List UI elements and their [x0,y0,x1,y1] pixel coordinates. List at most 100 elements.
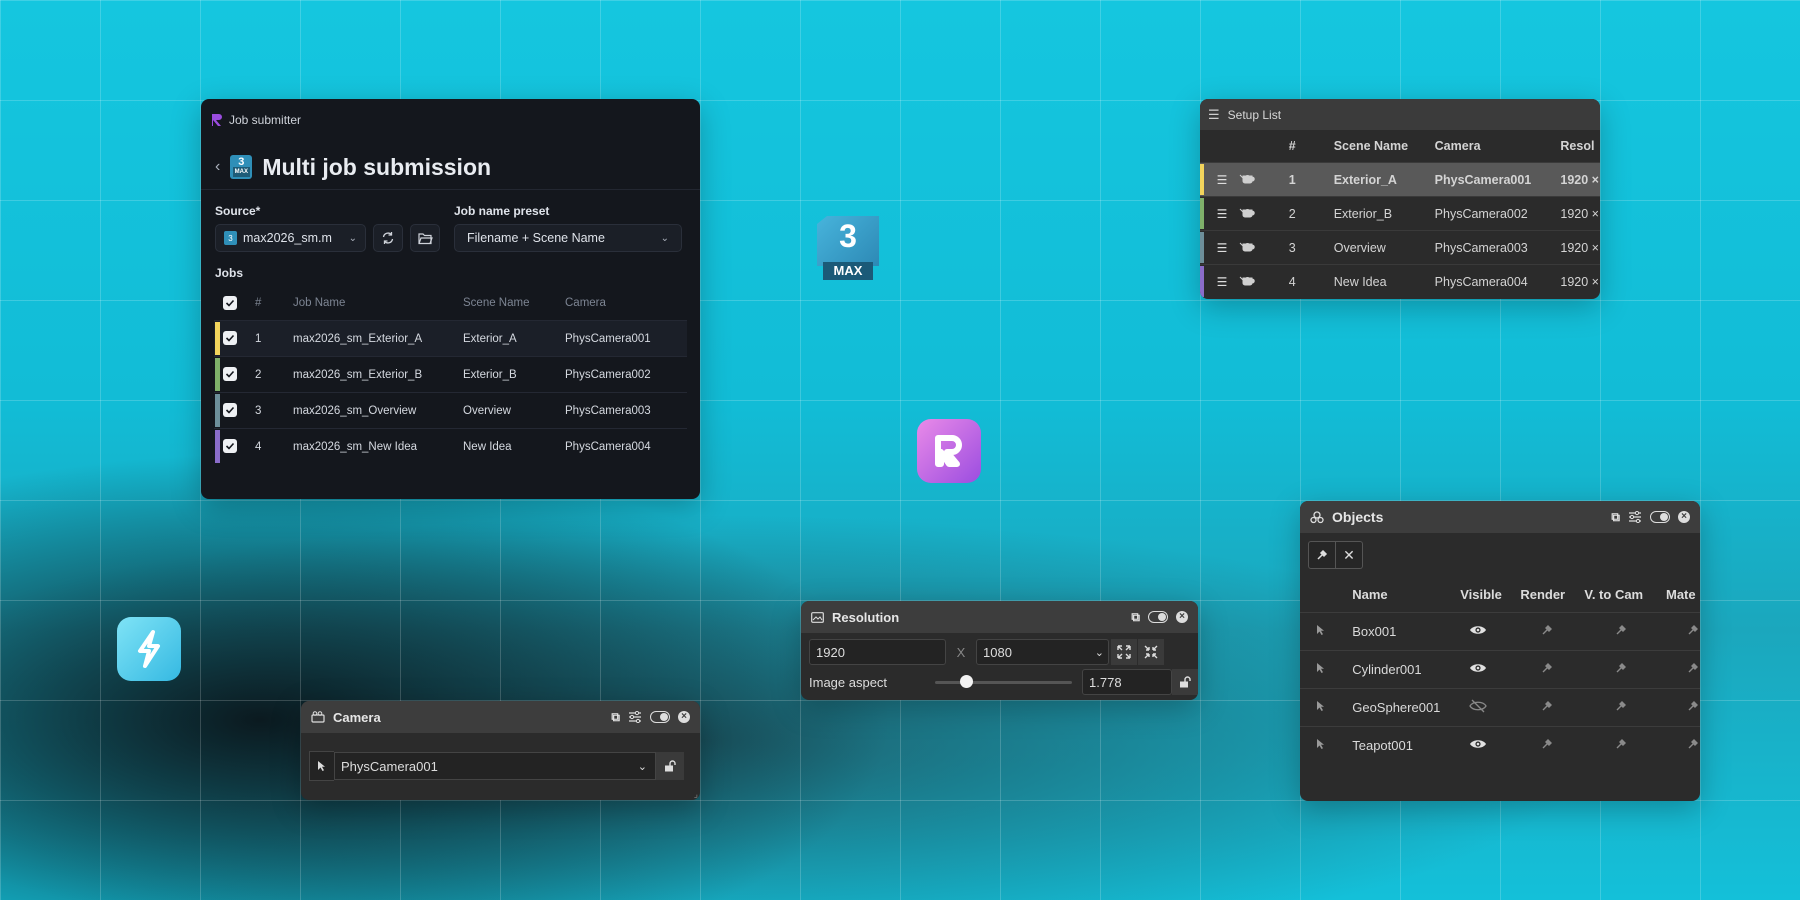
copy-icon[interactable]: ⧉ [1611,510,1620,525]
object-name: Teapot001 [1351,726,1460,764]
aspect-input[interactable]: 1.778 [1082,669,1173,695]
jobs-label: Jobs [215,266,244,280]
lightning-app-logo [117,617,181,681]
material-eyedropper-icon[interactable] [1687,624,1699,639]
lock-aspect-button[interactable] [1172,669,1198,695]
object-row[interactable]: GeoSphere001 [1300,688,1700,727]
close-icon[interactable]: × [1176,611,1188,623]
slider-knob[interactable] [960,675,974,688]
resolution-title: Resolution [832,609,900,625]
col-scene-name: Scene Name [1333,139,1409,153]
open-folder-button[interactable] [410,224,440,252]
camera-dropdown[interactable]: PhysCamera001 ⌄ [334,752,656,780]
setup-row[interactable]: ☰ 2 Exterior_B PhysCamera002 1920 × [1200,196,1600,231]
image-aspect-label: Image aspect [809,674,888,690]
setup-resolution: 1920 × [1559,196,1600,231]
setup-row[interactable]: ☰ 1 Exterior_A PhysCamera001 1920 × [1200,162,1600,197]
job-checkbox[interactable] [223,367,237,381]
job-checkbox[interactable] [223,439,237,453]
col-visible: Visible [1460,587,1502,602]
job-num: 3 [254,392,292,429]
drag-handle-icon[interactable]: ☰ [1217,173,1228,187]
object-row[interactable]: Cylinder001 [1300,650,1700,689]
resolution-panel: Resolution ⧉ × 1920 X 1080 ⌄ Image aspec… [801,601,1198,700]
material-eyedropper-icon[interactable] [1687,700,1699,715]
close-icon[interactable]: × [678,711,690,723]
page-title: Multi job submission [262,153,492,180]
width-input[interactable]: 1920 [809,639,946,665]
setup-row[interactable]: ☰ 4 New Idea PhysCamera004 1920 × [1200,264,1600,298]
camera-header: Camera ⧉ × [301,701,700,733]
setup-row[interactable]: ☰ 3 Overview PhysCamera003 1920 × [1200,230,1600,265]
select-all-checkbox[interactable] [223,295,237,310]
settings-sliders-icon[interactable] [628,711,642,723]
vtocam-eyedropper-icon[interactable] [1615,700,1627,715]
eye-icon[interactable] [1469,662,1487,677]
object-name: Box001 [1351,612,1460,651]
job-camera: PhysCamera002 [564,356,687,393]
material-eyedropper-icon[interactable] [1687,738,1699,753]
height-input[interactable]: 1080 ⌄ [976,639,1109,665]
expand-icon [1117,645,1131,659]
material-eyedropper-icon[interactable] [1687,662,1699,677]
menu-icon[interactable]: ☰ [1208,107,1220,123]
select-cursor-icon[interactable] [1316,700,1326,715]
job-name: max2026_sm_New Idea [292,428,462,464]
object-row[interactable]: Teapot001 [1300,726,1700,764]
jobs-header-row: # Job Name Scene Name Camera [214,286,687,321]
toggle-switch[interactable] [650,711,670,723]
render-eyedropper-icon[interactable] [1541,624,1553,639]
settings-sliders-icon[interactable] [1628,511,1642,523]
fit-shrink-button[interactable] [1138,639,1164,665]
job-name-preset-dropdown[interactable]: Filename + Scene Name ⌄ [454,224,682,252]
3dsmax-logo: 3 MAX [817,216,879,282]
job-checkbox[interactable] [223,403,237,417]
fit-expand-button[interactable] [1111,639,1137,665]
jobs-table: # Job Name Scene Name Camera 1 max2026_sm… [214,286,687,464]
lock-camera-button[interactable] [656,752,684,780]
job-row[interactable]: 3 max2026_sm_Overview Overview PhysCamera00… [214,392,687,429]
app-title: Job submitter [229,113,302,127]
job-row[interactable]: 2 max2026_sm_Exterior_B Exterior_B PhysCame… [214,356,687,393]
close-icon[interactable]: × [1678,511,1690,523]
drag-handle-icon[interactable]: ☰ [1217,275,1228,289]
pick-object-button[interactable] [1308,541,1336,569]
col-name: Name [1352,587,1388,602]
job-num: 2 [254,356,292,393]
chevron-down-icon[interactable]: ⌄ [1095,646,1104,659]
select-cursor-icon[interactable] [1316,662,1326,677]
toggle-switch[interactable] [1650,511,1670,523]
vtocam-eyedropper-icon[interactable] [1615,738,1627,753]
job-checkbox[interactable] [223,331,237,345]
source-dropdown[interactable]: 3 max2026_sm.m ⌄ [215,224,366,252]
job-row[interactable]: 4 max2026_sm_New Idea New Idea PhysCamera00… [214,428,687,464]
render-eyedropper-icon[interactable] [1541,662,1553,677]
eye-icon[interactable] [1469,624,1487,639]
refresh-button[interactable] [373,224,403,252]
vtocam-eyedropper-icon[interactable] [1615,624,1627,639]
drag-handle-icon[interactable]: ☰ [1217,207,1228,221]
pick-camera-button[interactable] [309,751,334,781]
aspect-slider[interactable] [934,675,1073,689]
setup-camera: PhysCamera003 [1433,230,1560,265]
back-icon[interactable]: ‹ [215,158,220,176]
eye-icon[interactable] [1469,738,1487,753]
job-row[interactable]: 1 max2026_sm_Exterior_A Exterior_A PhysCame… [214,320,687,357]
copy-icon[interactable]: ⧉ [611,710,620,725]
object-row[interactable]: Box001 [1300,612,1700,651]
vtocam-eyedropper-icon[interactable] [1615,662,1627,677]
preset-value: Filename + Scene Name [467,231,605,245]
cursor-icon [318,761,325,771]
clear-button[interactable]: ✕ [1336,541,1363,569]
toggle-switch[interactable] [1148,611,1168,623]
copy-icon[interactable]: ⧉ [1131,610,1140,625]
resolution-header: Resolution ⧉ × [801,601,1198,633]
select-cursor-icon[interactable] [1316,624,1326,639]
drag-handle-icon[interactable]: ☰ [1217,241,1228,255]
select-cursor-icon[interactable] [1316,738,1326,753]
resize-handle[interactable]: ⌟ [694,789,698,800]
setup-scene: New Idea [1332,264,1434,298]
render-eyedropper-icon[interactable] [1541,700,1553,715]
render-eyedropper-icon[interactable] [1541,738,1553,753]
eye-off-icon[interactable] [1469,699,1487,716]
